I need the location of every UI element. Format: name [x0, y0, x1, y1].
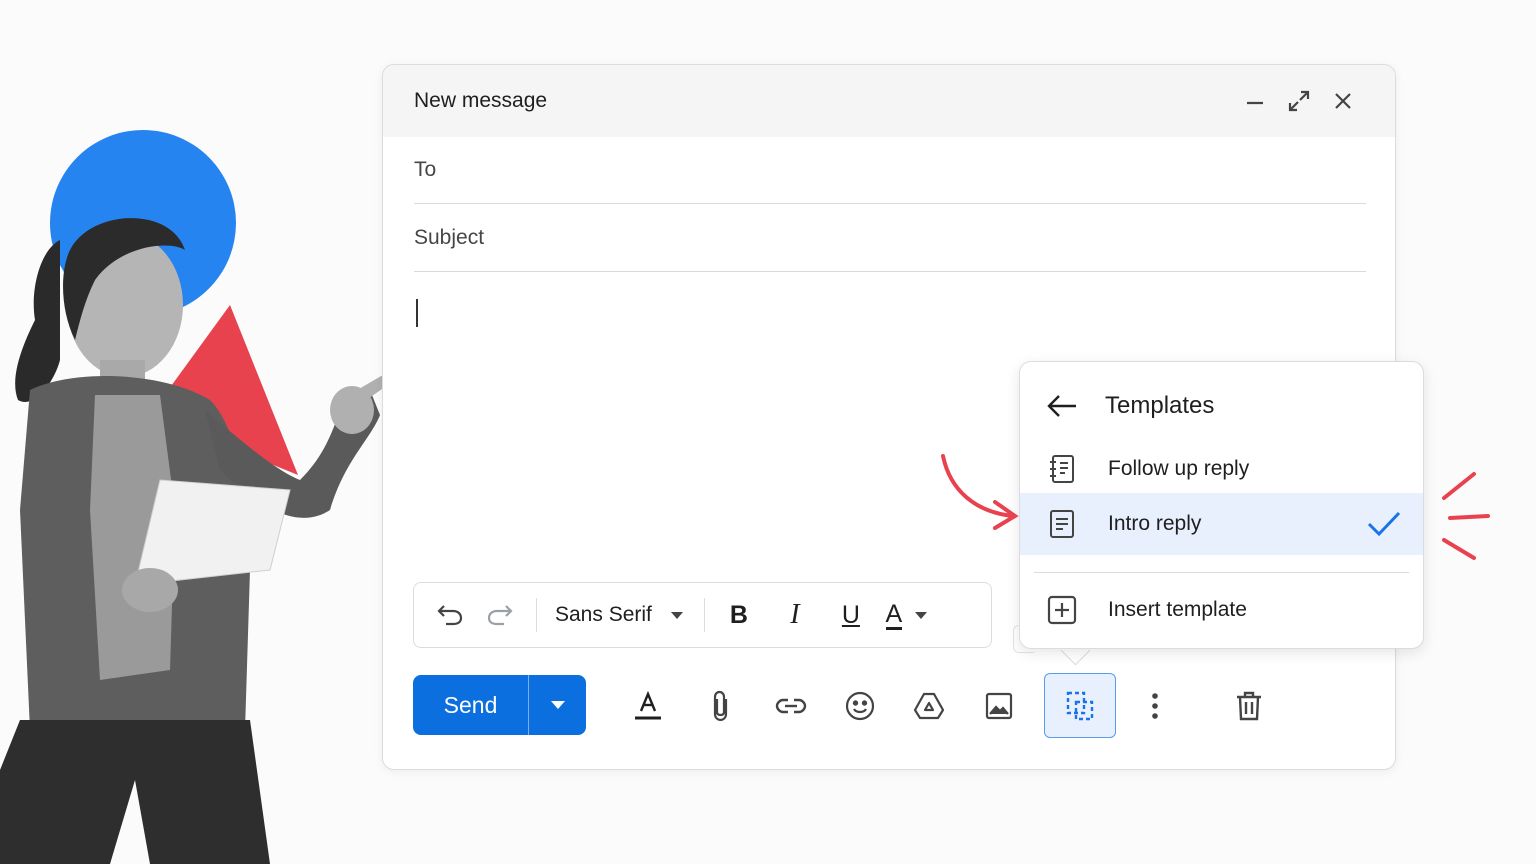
template-item-icon-wrap [1040, 447, 1084, 491]
italic-icon: I [790, 599, 800, 630]
minimize-button[interactable] [1233, 79, 1277, 123]
templates-button[interactable] [1044, 673, 1116, 738]
compose-header: New message [383, 65, 1395, 137]
attach-button[interactable] [697, 682, 745, 730]
link-icon [775, 698, 807, 714]
text-color-icon: A [885, 599, 903, 630]
photo-icon [985, 692, 1013, 720]
bold-button[interactable]: B [717, 593, 761, 637]
template-doc-icon [1050, 455, 1074, 483]
send-button-group: Send [413, 675, 586, 735]
discard-draft-button[interactable] [1225, 682, 1273, 730]
template-doc-icon [1050, 510, 1074, 538]
checkmark-icon [1367, 511, 1401, 537]
dropdown-arrow-icon [670, 612, 683, 619]
template-item-label: Follow up reply [1108, 457, 1250, 480]
templates-menu: Templates Follow up reply Intro reply In… [1019, 361, 1424, 649]
font-family-value: Sans Serif [555, 603, 652, 626]
formatting-toolbar: Sans Serif B I U A [413, 582, 992, 648]
person-illustration [0, 218, 406, 864]
chevron-down-icon [550, 701, 565, 709]
to-label: To [414, 158, 437, 181]
insert-photo-button[interactable] [975, 682, 1023, 730]
send-button[interactable]: Send [413, 675, 529, 735]
compose-title: New message [414, 89, 548, 112]
font-family-select[interactable]: Sans Serif [549, 603, 690, 627]
close-icon [1335, 93, 1351, 109]
template-item-label: Intro reply [1108, 512, 1202, 535]
minimize-icon [1247, 101, 1263, 105]
templates-menu-header: Templates [1020, 376, 1423, 436]
add-box-icon [1047, 595, 1077, 625]
template-item-intro-reply[interactable]: Intro reply [1020, 493, 1423, 555]
toolbar-separator [703, 598, 705, 632]
annotation-arrow-icon [941, 454, 1019, 530]
emoji-icon [845, 691, 875, 721]
expand-button[interactable] [1277, 79, 1321, 123]
template-item-icon-wrap [1040, 502, 1084, 546]
attach-icon [713, 690, 728, 722]
dropdown-arrow-icon [915, 612, 928, 619]
underline-button[interactable]: U [829, 593, 873, 637]
underline-icon: U [841, 600, 860, 629]
insert-emoji-button[interactable] [836, 682, 884, 730]
redo-icon [487, 605, 513, 626]
expand-icon [1288, 90, 1310, 112]
more-options-button[interactable] [1131, 682, 1179, 730]
menu-divider [1034, 572, 1409, 573]
templates-menu-title: Templates [1105, 392, 1215, 419]
template-item-follow-up-reply[interactable]: Follow up reply [1020, 438, 1423, 500]
back-button[interactable] [1040, 384, 1084, 428]
bold-icon: B [729, 600, 748, 629]
redo-button[interactable] [478, 593, 522, 637]
toolbar-separator [536, 598, 537, 632]
to-field[interactable]: To [414, 137, 1366, 204]
annotation-burst-icon [1442, 472, 1490, 560]
drive-icon [913, 692, 945, 720]
text-color-button[interactable]: A [885, 593, 929, 637]
insert-template-item[interactable]: Insert template [1020, 579, 1423, 641]
insert-drive-button[interactable] [905, 682, 953, 730]
subject-label: Subject [414, 226, 485, 249]
formatting-options-button[interactable] [624, 682, 672, 730]
undo-icon [437, 605, 463, 626]
insert-template-icon-wrap [1040, 588, 1084, 632]
italic-button[interactable]: I [773, 593, 817, 637]
insert-link-button[interactable] [767, 682, 815, 730]
undo-button[interactable] [428, 593, 472, 637]
send-options-button[interactable] [529, 675, 586, 735]
arrow-back-icon [1047, 395, 1076, 417]
insert-template-label: Insert template [1108, 598, 1247, 621]
subject-field[interactable]: Subject [414, 205, 1366, 272]
close-button[interactable] [1321, 79, 1365, 123]
more-options-icon [1152, 693, 1158, 719]
templates-icon [1066, 691, 1094, 720]
delete-icon [1237, 691, 1261, 721]
text-cursor [416, 299, 418, 327]
formatting-icon [635, 690, 661, 720]
